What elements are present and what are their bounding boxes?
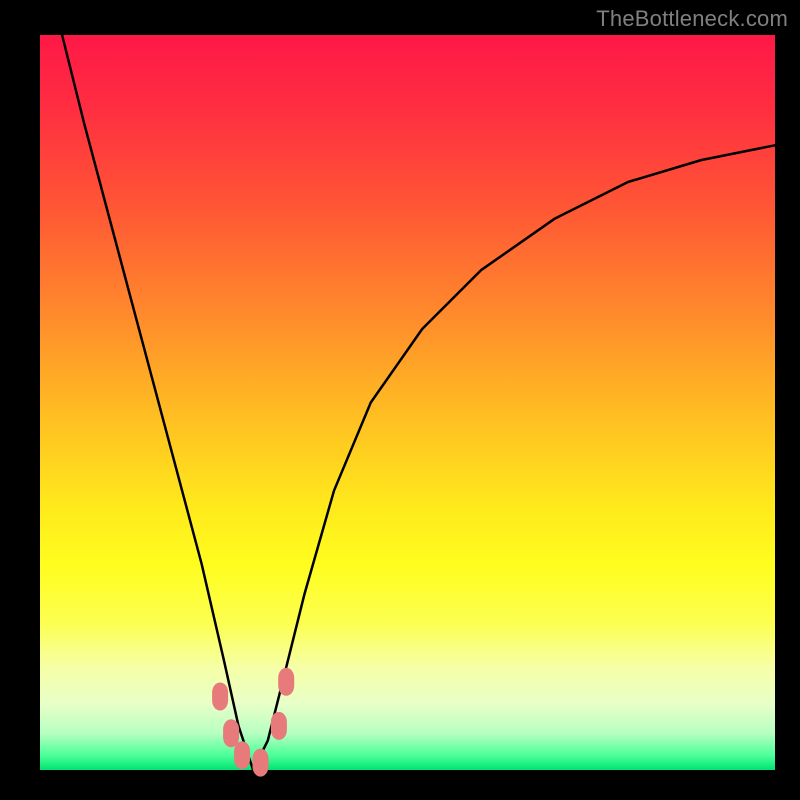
curve-marker [278, 668, 294, 696]
curve-marker [223, 719, 239, 747]
chart-svg [40, 35, 775, 770]
curve-marker [234, 741, 250, 769]
curve-marker [212, 683, 228, 711]
watermark-text: TheBottleneck.com [596, 6, 788, 32]
curve-marker [271, 712, 287, 740]
marker-layer [212, 668, 294, 777]
curve-layer [62, 35, 775, 770]
curve-marker [253, 749, 269, 777]
chart-frame: TheBottleneck.com [0, 0, 800, 800]
bottleneck-curve [62, 35, 775, 770]
plot-area [40, 35, 775, 770]
